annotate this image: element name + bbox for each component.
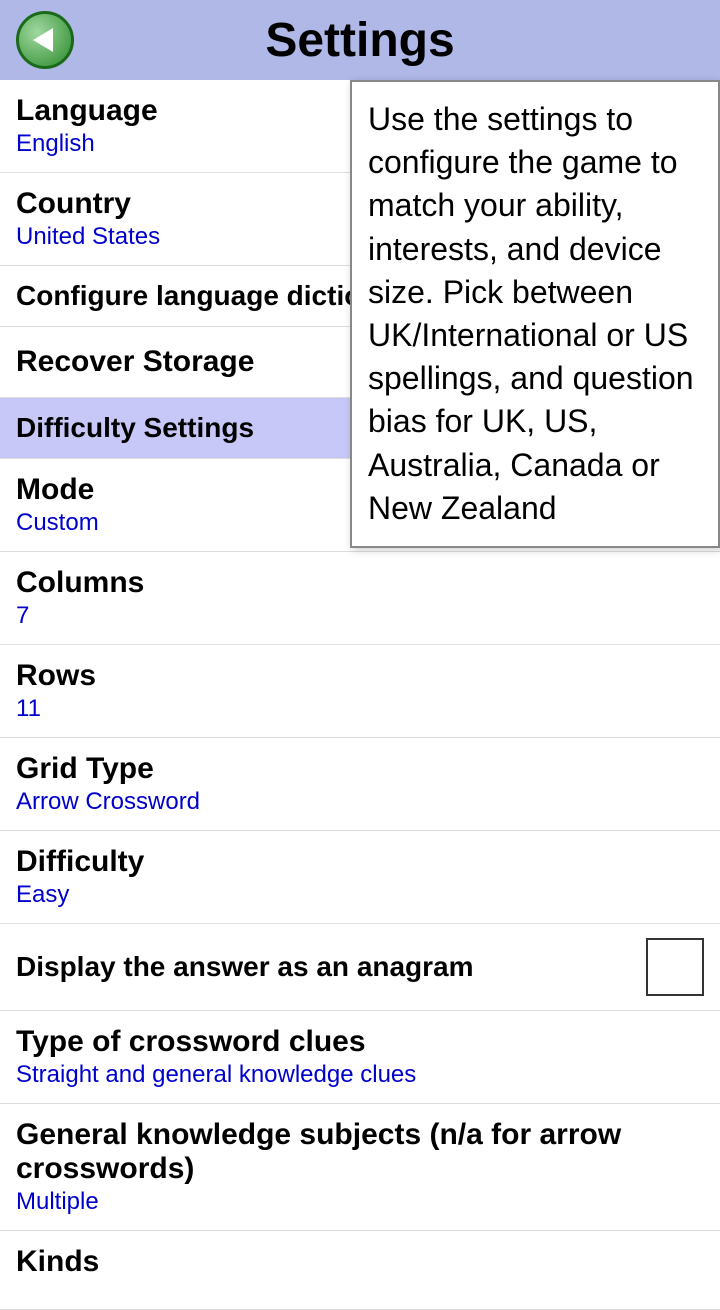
difficulty-value: Easy	[16, 881, 704, 909]
anagram-checkbox[interactable]	[646, 938, 704, 996]
tooltip-text: Use the settings to configure the game t…	[368, 98, 702, 530]
kinds-label: Kinds	[16, 1245, 704, 1279]
columns-value: 7	[16, 602, 704, 630]
settings-item-anagram[interactable]: Display the answer as an anagram	[0, 924, 720, 1011]
grid-type-value: Arrow Crossword	[16, 788, 704, 816]
anagram-label: Display the answer as an anagram	[16, 951, 646, 983]
clues-type-label: Type of crossword clues	[16, 1025, 704, 1059]
general-knowledge-value: Multiple	[16, 1188, 704, 1216]
difficulty-label: Difficulty	[16, 845, 704, 879]
settings-item-kinds[interactable]: Kinds	[0, 1231, 720, 1310]
settings-item-difficulty[interactable]: Difficulty Easy	[0, 831, 720, 924]
app-header: Settings	[0, 0, 720, 80]
tooltip-overlay: Use the settings to configure the game t…	[350, 80, 720, 548]
rows-value: 11	[16, 695, 704, 723]
settings-item-general-knowledge[interactable]: General knowledge subjects (n/a for arro…	[0, 1104, 720, 1231]
settings-item-rows[interactable]: Rows 11	[0, 645, 720, 738]
grid-type-label: Grid Type	[16, 752, 704, 786]
rows-label: Rows	[16, 659, 704, 693]
page-title: Settings	[74, 13, 704, 68]
columns-label: Columns	[16, 566, 704, 600]
general-knowledge-label: General knowledge subjects (n/a for arro…	[16, 1118, 704, 1186]
settings-item-grid-type[interactable]: Grid Type Arrow Crossword	[0, 738, 720, 831]
settings-content: Language English Country United States C…	[0, 80, 720, 1310]
clues-type-value: Straight and general knowledge clues	[16, 1061, 704, 1089]
settings-item-columns[interactable]: Columns 7	[0, 552, 720, 645]
back-button[interactable]	[16, 11, 74, 69]
settings-item-clues-type[interactable]: Type of crossword clues Straight and gen…	[0, 1011, 720, 1104]
back-arrow-icon	[33, 28, 53, 52]
